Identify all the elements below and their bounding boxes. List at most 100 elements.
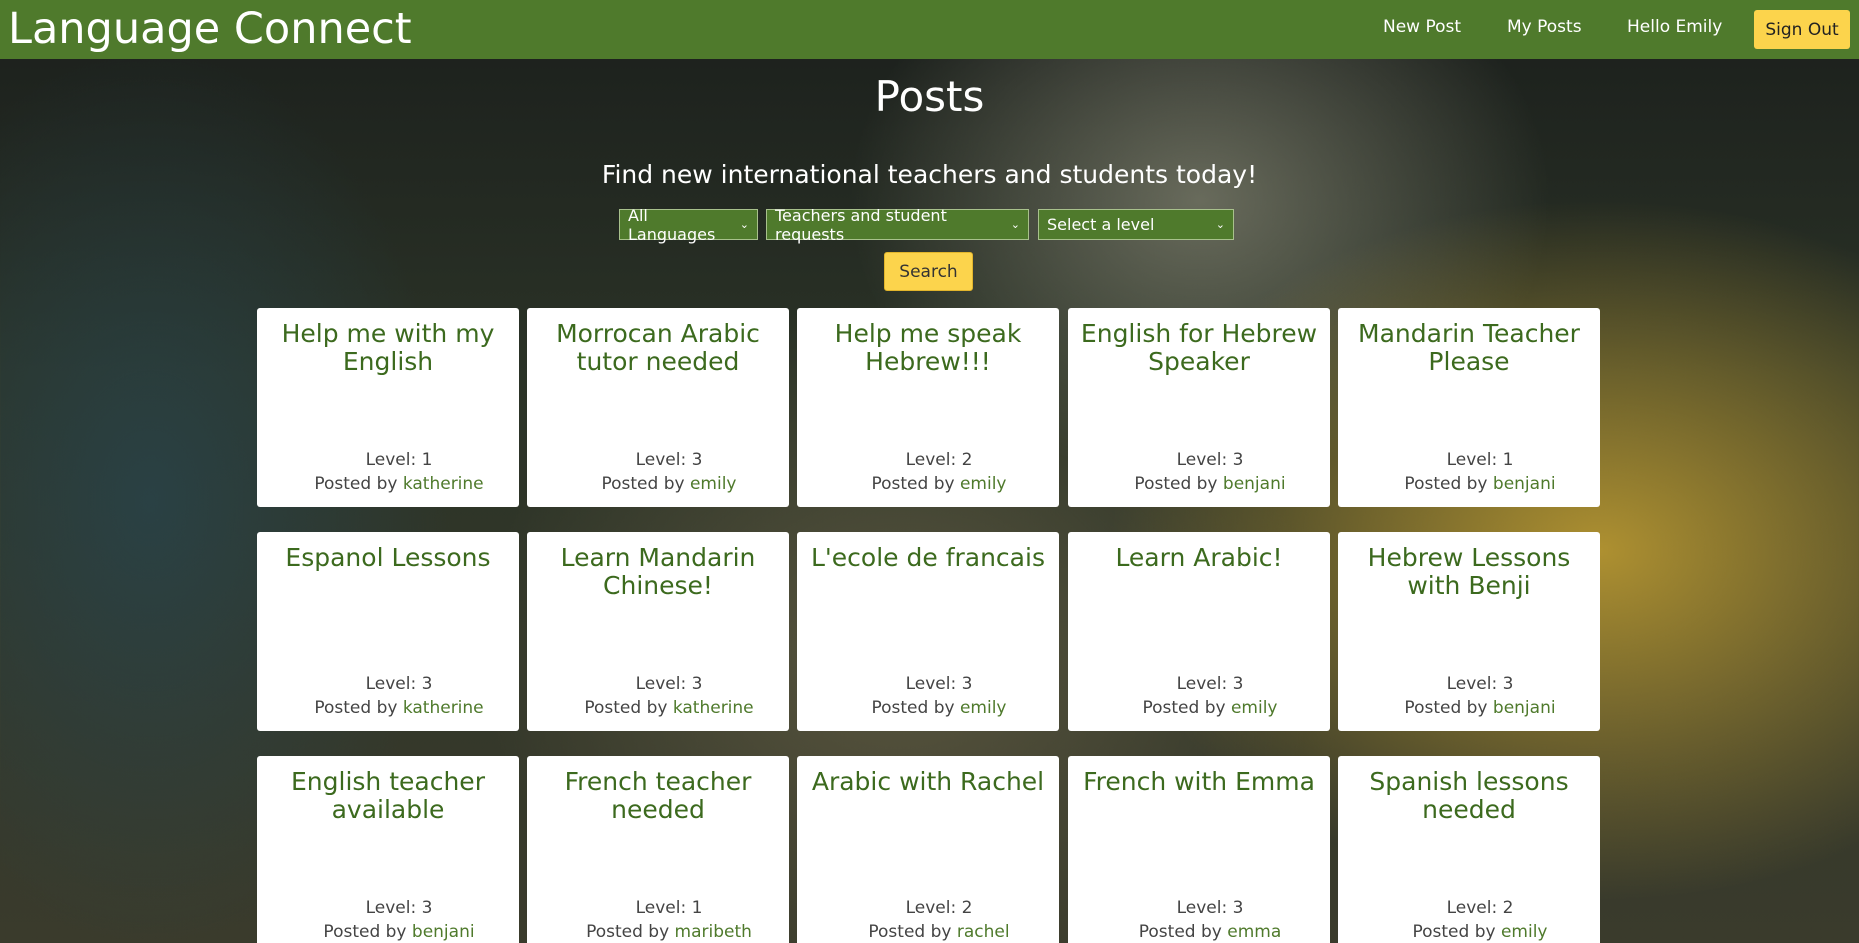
post-card[interactable]: L'ecole de francais Level: 3 Posted by emi… [797, 532, 1059, 731]
nav-user-greeting[interactable]: Hello Emily [1627, 17, 1722, 37]
post-title[interactable]: English teacher available [263, 768, 513, 824]
post-card[interactable]: Hebrew Lessons with Benji Level: 3 Posted … [1338, 532, 1600, 731]
post-author-link[interactable]: benjani [1493, 698, 1556, 718]
post-author-link[interactable]: emma [1227, 922, 1281, 942]
post-level: Level: 3 [527, 450, 789, 470]
post-author-link[interactable]: katherine [403, 474, 484, 494]
post-title[interactable]: Spanish lessons needed [1344, 768, 1594, 824]
post-level-label: Level: [1446, 674, 1498, 694]
language-select-value: All Languages [628, 205, 716, 244]
post-title[interactable]: Help me speak Hebrew!!! [803, 320, 1053, 376]
post-level: Level: 2 [797, 898, 1059, 918]
post-author-line: Posted by emma [1068, 922, 1330, 942]
post-level: Level: 3 [257, 674, 519, 694]
posted-by-label: Posted by [584, 698, 668, 718]
post-card[interactable]: Help me speak Hebrew!!! Level: 2 Posted by… [797, 308, 1059, 507]
post-author-link[interactable]: maribeth [675, 922, 752, 942]
post-author-line: Posted by emily [527, 474, 789, 494]
post-card[interactable]: French with Emma Level: 3 Posted by emma [1068, 756, 1330, 943]
navbar: Language Connect New Post My Posts Hello… [0, 0, 1859, 59]
post-level-label: Level: [1176, 450, 1228, 470]
posted-by-label: Posted by [314, 698, 398, 718]
post-level-label: Level: [1176, 674, 1228, 694]
post-level-value: 3 [691, 674, 703, 694]
post-card[interactable]: Arabic with Rachel Level: 2 Posted by rach… [797, 756, 1059, 943]
post-author-link[interactable]: benjani [1493, 474, 1556, 494]
post-level-label: Level: [365, 674, 417, 694]
post-card[interactable]: Spanish lessons needed Level: 2 Posted by … [1338, 756, 1600, 943]
posted-by-label: Posted by [1404, 698, 1488, 718]
level-select[interactable]: Select a level ⌄ [1038, 209, 1234, 240]
post-level-value: 1 [421, 450, 433, 470]
post-author-line: Posted by benjani [1338, 698, 1600, 718]
post-level-value: 2 [961, 898, 973, 918]
post-card[interactable]: English for Hebrew Speaker Level: 3 Posted… [1068, 308, 1330, 507]
post-author-link[interactable]: emily [960, 698, 1007, 718]
chevron-down-icon: ⌄ [1215, 218, 1225, 231]
post-author-link[interactable]: emily [1231, 698, 1278, 718]
nav-my-posts[interactable]: My Posts [1507, 17, 1582, 37]
page-title: Posts [874, 72, 985, 121]
post-author-line: Posted by katherine [257, 698, 519, 718]
posted-by-label: Posted by [871, 474, 955, 494]
post-author-line: Posted by emily [797, 698, 1059, 718]
post-level-label: Level: [905, 674, 957, 694]
post-level-label: Level: [1446, 450, 1498, 470]
request-type-select[interactable]: Teachers and student requests ⌄ [766, 206, 1029, 244]
post-title[interactable]: Morrocan Arabic tutor needed [533, 320, 783, 376]
post-title[interactable]: Mandarin Teacher Please [1344, 320, 1594, 376]
post-level-value: 3 [1232, 450, 1244, 470]
post-card[interactable]: Learn Mandarin Chinese! Level: 3 Posted by… [527, 532, 789, 731]
post-level-label: Level: [635, 898, 687, 918]
language-select[interactable]: All Languages ⌄ [619, 206, 758, 244]
post-level-label: Level: [635, 450, 687, 470]
post-author-line: Posted by emily [797, 474, 1059, 494]
posted-by-label: Posted by [601, 474, 685, 494]
post-author-link[interactable]: rachel [957, 922, 1010, 942]
post-card[interactable]: English teacher available Level: 3 Posted … [257, 756, 519, 943]
post-title[interactable]: Espanol Lessons [263, 544, 513, 572]
post-card[interactable]: French teacher needed Level: 1 Posted by m… [527, 756, 789, 943]
post-title[interactable]: English for Hebrew Speaker [1074, 320, 1324, 376]
post-level-label: Level: [1176, 898, 1228, 918]
post-author-link[interactable]: benjani [1223, 474, 1286, 494]
post-level-value: 3 [691, 450, 703, 470]
post-author-line: Posted by maribeth [527, 922, 789, 942]
post-author-line: Posted by emily [1068, 698, 1330, 718]
post-title[interactable]: Learn Mandarin Chinese! [533, 544, 783, 600]
post-author-link[interactable]: emily [1501, 922, 1548, 942]
post-author-line: Posted by emily [1338, 922, 1600, 942]
post-author-line: Posted by benjani [1338, 474, 1600, 494]
post-author-link[interactable]: katherine [403, 698, 484, 718]
post-title[interactable]: Hebrew Lessons with Benji [1344, 544, 1594, 600]
post-card[interactable]: Learn Arabic! Level: 3 Posted by emily [1068, 532, 1330, 731]
post-card[interactable]: Help me with my English Level: 1 Posted by… [257, 308, 519, 507]
posted-by-label: Posted by [871, 698, 955, 718]
post-title[interactable]: French teacher needed [533, 768, 783, 824]
post-author-link[interactable]: katherine [673, 698, 754, 718]
brand-logo-text[interactable]: Language Connect [8, 4, 412, 54]
nav-new-post[interactable]: New Post [1383, 17, 1461, 37]
post-author-line: Posted by katherine [257, 474, 519, 494]
search-button[interactable]: Search [884, 252, 973, 291]
post-level: Level: 3 [527, 674, 789, 694]
post-card[interactable]: Espanol Lessons Level: 3 Posted by katheri… [257, 532, 519, 731]
posted-by-label: Posted by [314, 474, 398, 494]
post-title[interactable]: L'ecole de francais [803, 544, 1053, 572]
post-title[interactable]: Help me with my English [263, 320, 513, 376]
post-title[interactable]: Learn Arabic! [1074, 544, 1324, 572]
post-level-value: 3 [421, 898, 433, 918]
post-card[interactable]: Morrocan Arabic tutor needed Level: 3 Post… [527, 308, 789, 507]
post-level-value: 2 [961, 450, 973, 470]
posted-by-label: Posted by [586, 922, 670, 942]
post-card[interactable]: Mandarin Teacher Please Level: 1 Posted by… [1338, 308, 1600, 507]
post-author-link[interactable]: emily [960, 474, 1007, 494]
post-title[interactable]: Arabic with Rachel [803, 768, 1053, 796]
level-select-value: Select a level [1047, 215, 1155, 234]
post-author-link[interactable]: benjani [412, 922, 475, 942]
sign-out-button[interactable]: Sign Out [1754, 10, 1850, 49]
page-subtitle: Find new international teachers and stud… [601, 160, 1258, 189]
post-level-value: 1 [691, 898, 703, 918]
post-title[interactable]: French with Emma [1074, 768, 1324, 796]
post-author-link[interactable]: emily [690, 474, 737, 494]
